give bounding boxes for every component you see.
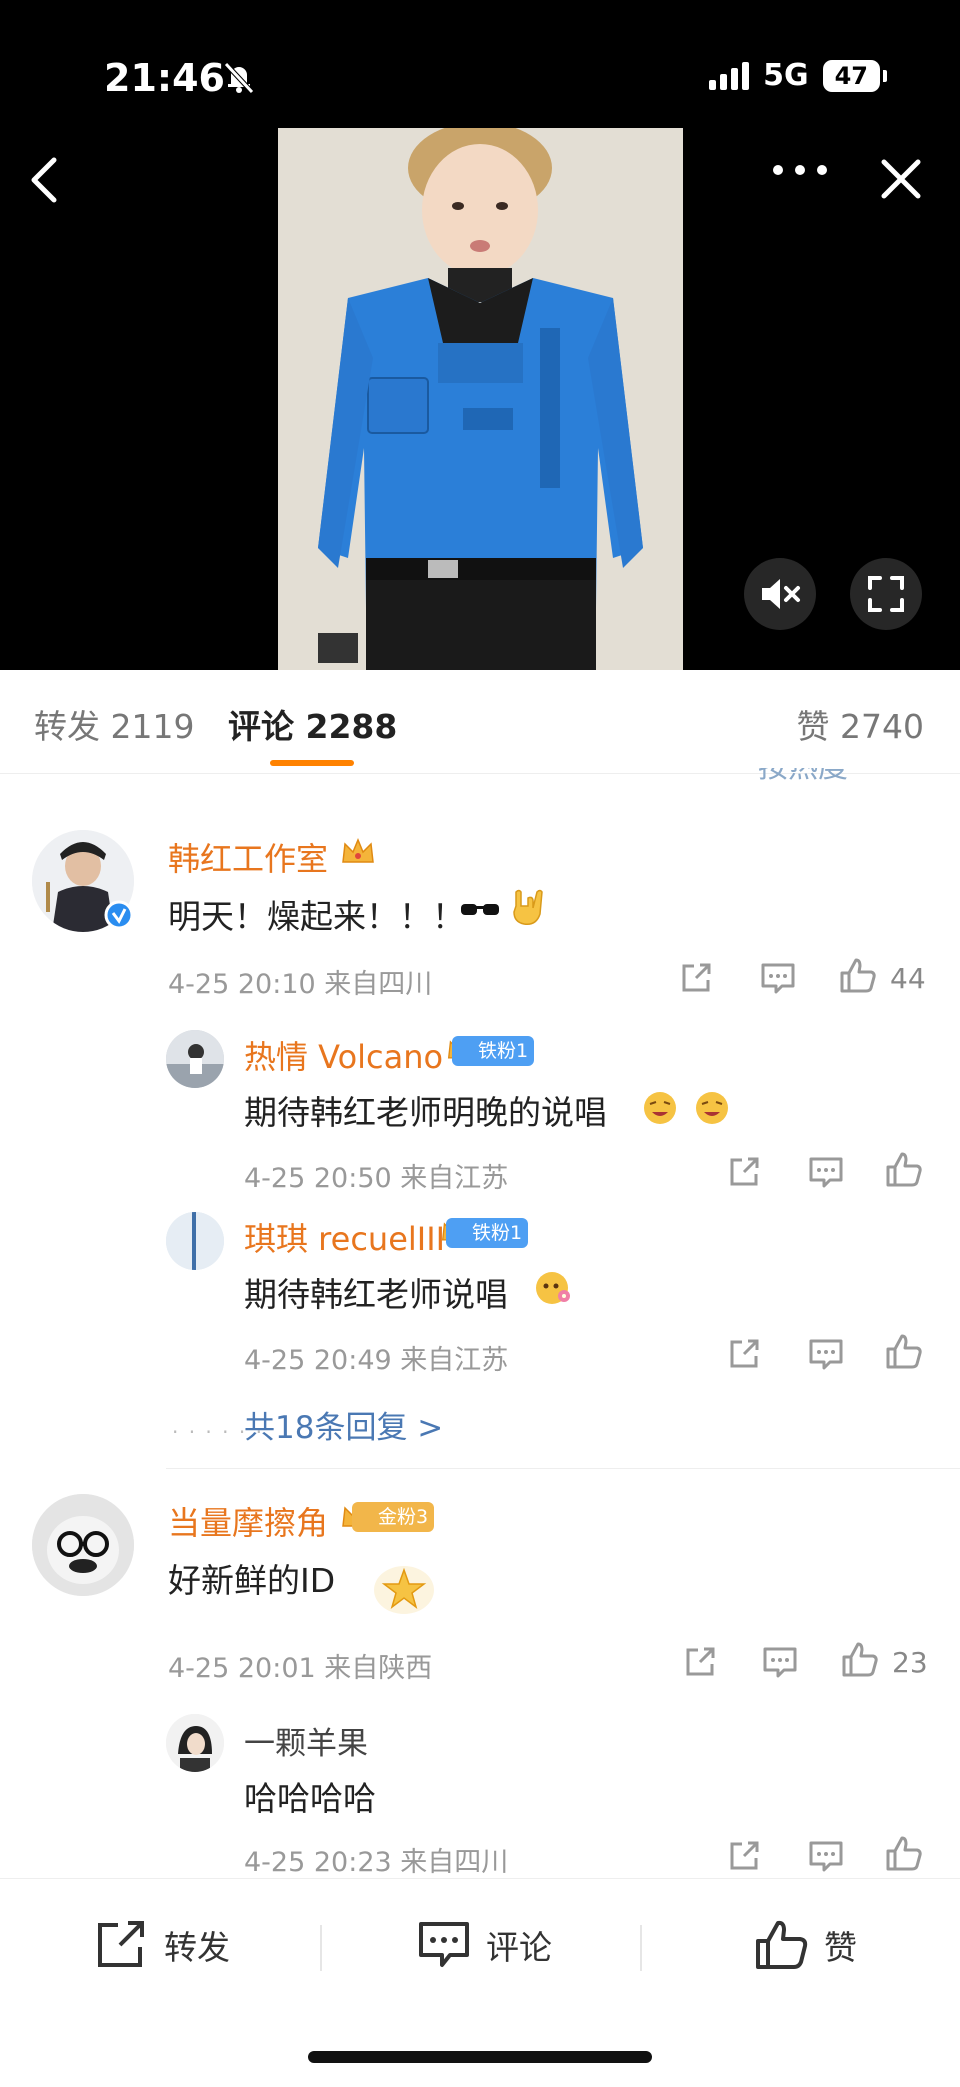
bottom-like-label: 赞	[824, 1928, 857, 1967]
flower-emoji-icon	[536, 1272, 570, 1304]
bottom-separator	[320, 1925, 322, 1971]
avatar[interactable]	[32, 1494, 134, 1596]
speaker-muted-icon	[762, 579, 800, 609]
verified-icon	[104, 900, 134, 930]
avatar-image	[32, 1494, 134, 1596]
avatar[interactable]	[166, 1714, 224, 1772]
bottom-like-button[interactable]: 赞	[754, 1919, 857, 1971]
rock-hand-emoji-icon	[513, 889, 543, 926]
like-icon[interactable]	[884, 1150, 924, 1190]
comment-icon	[419, 1922, 469, 1967]
network-type: 5G	[763, 58, 809, 93]
bottom-action-bar: 转发 评论 赞	[0, 1878, 960, 2087]
reply-icon[interactable]	[758, 958, 798, 998]
like-icon[interactable]	[884, 1834, 924, 1874]
sunglasses-emoji-icon	[461, 904, 499, 915]
reply-author[interactable]: 琪琪 recuelIII	[244, 1214, 445, 1260]
interaction-tabs: 转发 2119 评论 2288 赞 2740	[0, 670, 960, 774]
cheering-emoji-icon	[644, 1092, 676, 1124]
share-icon[interactable]	[680, 1642, 720, 1682]
bottom-repost-label: 转发	[164, 1928, 230, 1967]
avatar[interactable]	[166, 1212, 224, 1270]
bottom-separator	[640, 1925, 642, 1971]
battery-icon: 47	[822, 59, 888, 92]
back-icon[interactable]	[24, 150, 64, 210]
fan-badge: 金粉3	[352, 1502, 435, 1532]
bottom-repost-button[interactable]: 转发	[94, 1919, 230, 1971]
signal-icon	[709, 61, 750, 90]
reply-icon[interactable]	[806, 1836, 846, 1876]
sort-toggle[interactable]: 按热度	[758, 768, 894, 780]
like-icon[interactable]	[840, 1640, 880, 1680]
video-header: 21:46 5G 47	[0, 0, 960, 670]
comment-author[interactable]: 韩红工作室	[168, 834, 328, 880]
reply-icon[interactable]	[760, 1642, 800, 1682]
fan-badge: 铁粉1	[452, 1036, 535, 1066]
comment-text: 好新鲜的ID	[168, 1561, 336, 1600]
avatar[interactable]	[166, 1030, 224, 1088]
share-icon[interactable]	[676, 958, 716, 998]
fullscreen-icon	[868, 576, 904, 612]
reply-author[interactable]: 一颗羊果	[244, 1718, 368, 1763]
crown-icon	[342, 838, 374, 863]
reply-meta: 4-25 20:23 来自四川	[244, 1847, 509, 1878]
fan-badge: 铁粉1	[446, 1218, 529, 1248]
avatar-image	[166, 1714, 224, 1772]
home-indicator[interactable]	[308, 2051, 652, 2063]
share-icon[interactable]	[724, 1836, 764, 1876]
cheering-emoji-icon	[696, 1092, 728, 1124]
comment-meta: 4-25 20:01 来自陕西	[168, 1653, 433, 1684]
share-icon[interactable]	[724, 1334, 764, 1374]
like-icon[interactable]	[884, 1332, 924, 1372]
reply-meta: 4-25 20:50 来自江苏	[244, 1163, 509, 1194]
fullscreen-button[interactable]	[850, 558, 922, 630]
tab-repost-label: 转发	[34, 707, 100, 746]
mute-button[interactable]	[744, 558, 816, 630]
tab-comment-count: 2288	[305, 707, 398, 746]
reply-text: 期待韩红老师明晚的说唱	[244, 1093, 607, 1132]
like-icon[interactable]	[838, 956, 878, 996]
reply-icon[interactable]	[806, 1152, 846, 1192]
comment-author[interactable]: 当量摩擦角	[168, 1498, 328, 1544]
comment-meta: 4-25 20:10 来自四川	[168, 969, 433, 1000]
tab-like-label: 赞	[796, 707, 830, 746]
video-frame-image	[278, 128, 683, 670]
like-count: 44	[890, 962, 926, 995]
active-tab-indicator	[270, 760, 354, 766]
status-indicators: 5G 47	[709, 58, 888, 93]
mute-bell-icon	[224, 62, 254, 94]
reply-meta: 4-25 20:49 来自江苏	[244, 1345, 509, 1376]
tab-like[interactable]: 赞 2740	[797, 700, 924, 748]
thumbs-up-icon	[756, 1920, 808, 1969]
video-player[interactable]	[278, 128, 683, 670]
tab-comment-label: 评论	[228, 707, 294, 746]
sort-label: 按热度	[758, 768, 848, 780]
reply-text: 期待韩红老师说唱	[244, 1275, 508, 1314]
comment-divider	[166, 1468, 960, 1469]
bottom-comment-label: 评论	[486, 1928, 552, 1967]
more-icon[interactable]	[770, 150, 830, 190]
share-icon[interactable]	[724, 1152, 764, 1192]
more-replies-link[interactable]: 共18条回复 >	[244, 1402, 443, 1447]
tab-repost-count: 2119	[110, 707, 195, 746]
star-sticker-icon	[374, 1566, 434, 1614]
tab-repost[interactable]: 转发 2119	[34, 700, 194, 748]
avatar-image	[166, 1212, 224, 1270]
reply-author[interactable]: 热情 Volcano	[244, 1032, 443, 1078]
reply-icon[interactable]	[806, 1334, 846, 1374]
repost-icon	[98, 1921, 144, 1967]
tab-like-count: 2740	[840, 707, 924, 746]
avatar-image	[166, 1030, 224, 1088]
comment-text: 明天！燥起来！！！	[168, 897, 465, 936]
status-time: 21:46	[104, 56, 225, 100]
bottom-comment-button[interactable]: 评论	[416, 1919, 552, 1971]
close-icon[interactable]	[876, 150, 926, 210]
tab-comment[interactable]: 评论 2288	[228, 700, 397, 748]
like-count: 23	[892, 1646, 928, 1679]
reply-text: 哈哈哈哈	[244, 1779, 376, 1818]
